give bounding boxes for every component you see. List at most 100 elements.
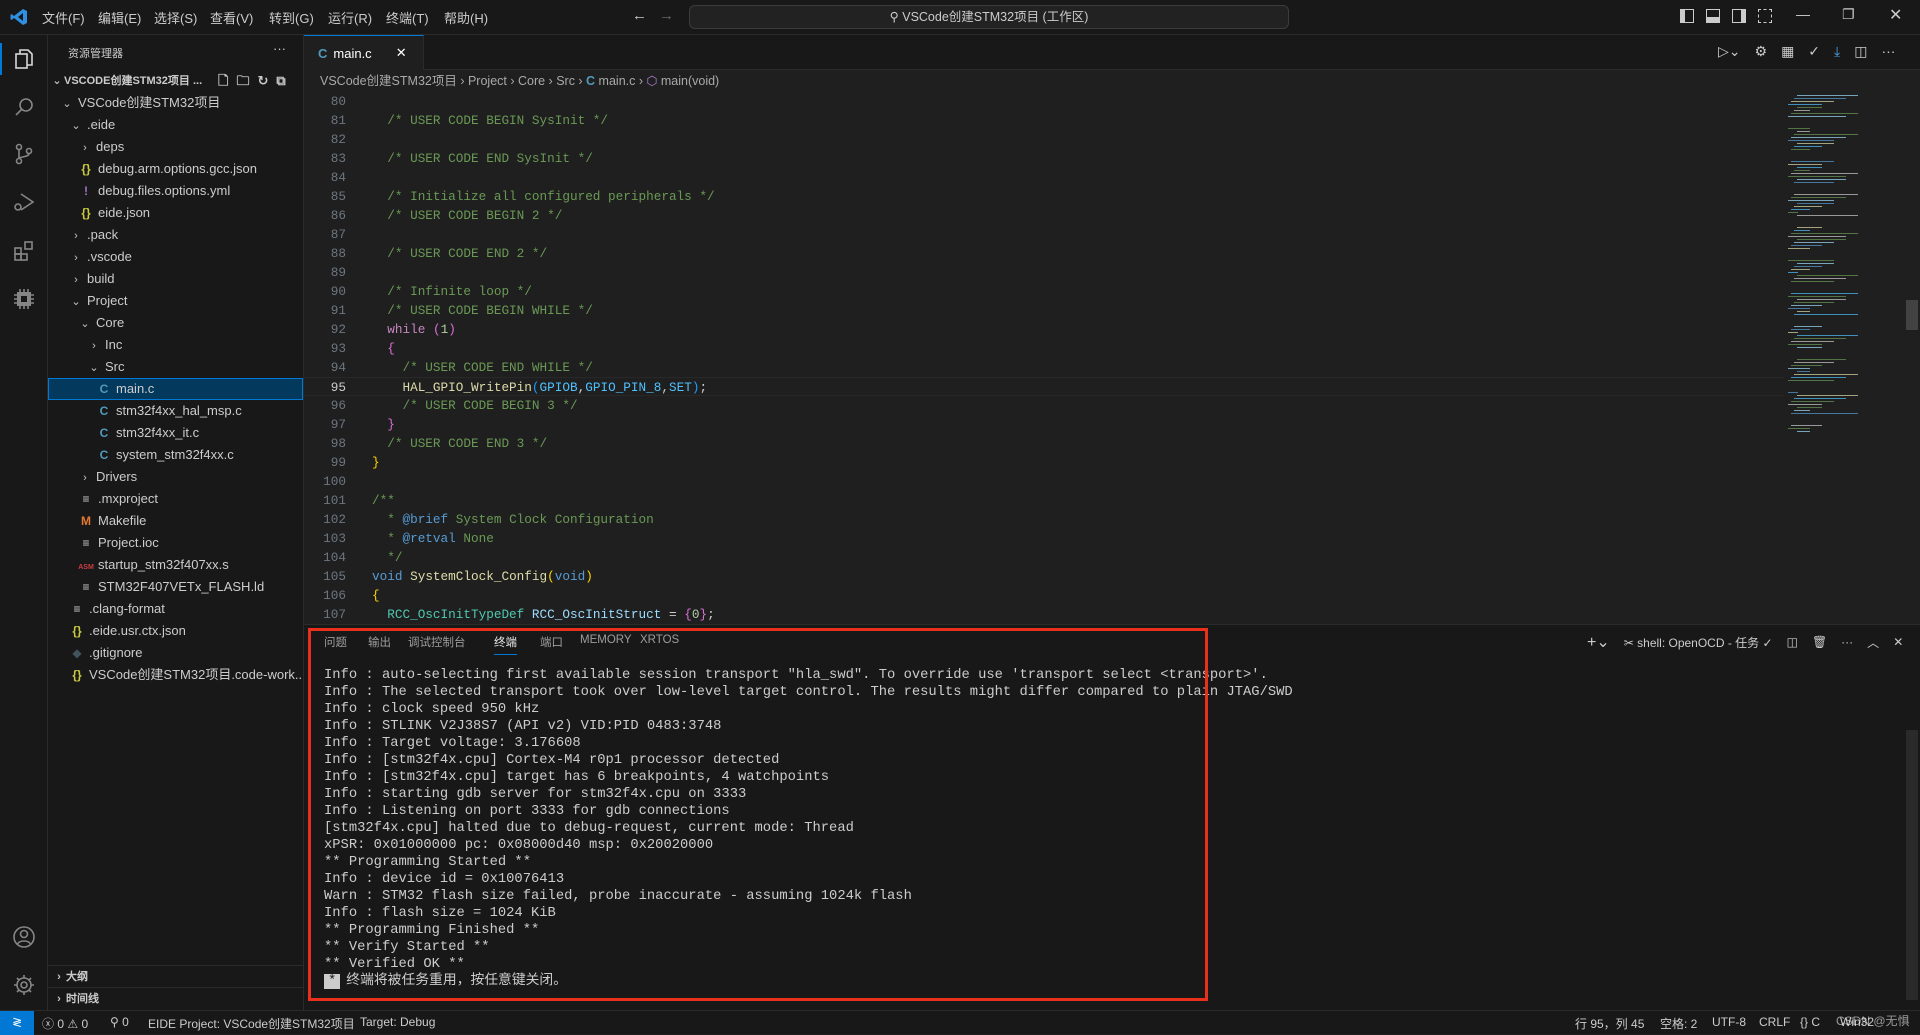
tree-item[interactable]: ≡ Project.ioc	[48, 532, 303, 554]
editor-scrollbar[interactable]	[1906, 300, 1918, 330]
tree-item[interactable]: ! debug.files.options.yml	[48, 180, 303, 202]
tree-item[interactable]: › Drivers	[48, 466, 303, 488]
kill-terminal-trash-icon[interactable]: 🗑	[1812, 635, 1827, 649]
encoding-status[interactable]: UTF-8	[1712, 1015, 1746, 1029]
eol-status[interactable]: CRLF	[1759, 1015, 1790, 1029]
tree-item[interactable]: M Makefile	[48, 510, 303, 532]
menu-1[interactable]: 编辑(E)	[98, 8, 141, 27]
flash-download-icon[interactable]: ⤓	[1834, 43, 1840, 60]
tab-main-c[interactable]: C main.c ✕	[304, 35, 424, 70]
search-icon[interactable]	[10, 93, 38, 121]
tree-item[interactable]: ⌄ VSCode创建STM32项目	[48, 92, 303, 114]
accounts-icon[interactable]	[10, 923, 38, 951]
close-window-button[interactable]: ✕	[1889, 5, 1902, 25]
tree-item[interactable]: › build	[48, 268, 303, 290]
tree-item[interactable]: {} VSCode创建STM32项目.code-work...	[48, 664, 303, 686]
more-actions-icon[interactable]: ···	[1881, 43, 1895, 60]
run-debug-dropdown-icon[interactable]: ▷⌄	[1718, 43, 1741, 60]
clean-brush-icon[interactable]: ✓	[1808, 43, 1820, 60]
forward-arrow-icon[interactable]: →	[659, 7, 674, 24]
tree-item[interactable]: › .pack	[48, 224, 303, 246]
language-status[interactable]: {} C	[1800, 1015, 1820, 1029]
minimap[interactable]	[1788, 92, 1883, 442]
tree-item[interactable]: ≡ .clang-format	[48, 598, 303, 620]
menu-6[interactable]: 终端(T)	[386, 8, 429, 27]
maximize-panel-chevron-up-icon[interactable]: ︿	[1867, 634, 1879, 651]
run-debug-icon[interactable]	[10, 188, 38, 216]
eide-project-status[interactable]: EIDE Project: VSCode创建STM32项目	[148, 1015, 355, 1032]
tree-item[interactable]: › deps	[48, 136, 303, 158]
breadcrumb-item[interactable]: main(void)	[661, 74, 719, 88]
cursor-position[interactable]: 行 95，列 45	[1575, 1015, 1644, 1032]
tree-item[interactable]: {} debug.arm.options.gcc.json	[48, 158, 303, 180]
toggle-primary-sidebar-icon[interactable]	[1680, 9, 1694, 23]
tree-item[interactable]: Cstm32f4xx_it.c	[48, 422, 303, 444]
more-actions-icon[interactable]: ···	[273, 41, 286, 56]
tree-item[interactable]: ⌄ Project	[48, 290, 303, 312]
minimap-line	[1794, 410, 1810, 411]
code-editor[interactable]: 80 81 /* USER CODE BEGIN SysInit */ 82 83 /…	[304, 92, 1784, 622]
menu-2[interactable]: 选择(S)	[154, 8, 197, 27]
breadcrumb-item[interactable]: main.c	[599, 74, 636, 88]
explorer-icon[interactable]	[10, 45, 38, 73]
new-file-icon[interactable]: 🗋	[218, 73, 236, 88]
indentation-status[interactable]: 空格: 2	[1660, 1015, 1697, 1032]
tree-item[interactable]: Cstm32f4xx_hal_msp.c	[48, 400, 303, 422]
extensions-icon[interactable]	[10, 237, 38, 265]
build-gear-icon[interactable]: ⚙	[1755, 43, 1768, 60]
customize-layout-icon[interactable]	[1758, 9, 1772, 23]
command-center-search[interactable]: ⚲ VSCode创建STM32项目 (工作区)	[689, 5, 1289, 29]
tree-item[interactable]: › Inc	[48, 334, 303, 356]
menu-0[interactable]: 文件(F)	[42, 8, 85, 27]
new-folder-icon[interactable]: 🗀	[236, 73, 257, 88]
eide-build-icon[interactable]: ▦	[1781, 43, 1794, 60]
new-terminal-icon[interactable]: +⌄	[1587, 632, 1610, 652]
tree-item[interactable]: Cmain.c	[48, 378, 303, 400]
tree-item[interactable]: ⌄ Core	[48, 312, 303, 334]
menu-4[interactable]: 转到(G)	[269, 8, 314, 27]
minimap-line	[1797, 179, 1846, 180]
breadcrumb-item[interactable]: Core	[518, 74, 545, 88]
tree-item-label: .mxproject	[98, 491, 158, 506]
terminal-scrollbar[interactable]	[1906, 730, 1918, 1000]
refresh-icon[interactable]: ↻	[257, 73, 276, 88]
tree-item[interactable]: ASM startup_stm32f407xx.s	[48, 554, 303, 576]
ports-status[interactable]: ⚲ 0	[110, 1015, 129, 1029]
tree-item[interactable]: ◆ .gitignore	[48, 642, 303, 664]
terminal-instance[interactable]: ✂ shell: OpenOCD - 任务 ✓	[1624, 634, 1773, 651]
breadcrumb-item[interactable]: Project	[468, 74, 507, 88]
toggle-secondary-sidebar-icon[interactable]	[1732, 9, 1746, 23]
toggle-panel-icon[interactable]	[1706, 9, 1720, 23]
tree-item[interactable]: ⌄ Src	[48, 356, 303, 378]
back-arrow-icon[interactable]: ←	[632, 7, 647, 24]
manage-gear-icon[interactable]	[10, 971, 38, 999]
minimize-button[interactable]: —	[1796, 6, 1810, 22]
tree-item[interactable]: › .vscode	[48, 246, 303, 268]
tree-item[interactable]: ≡ .mxproject	[48, 488, 303, 510]
close-panel-icon[interactable]: ✕	[1893, 635, 1903, 649]
target-status[interactable]: Target: Debug	[360, 1015, 435, 1029]
tree-item[interactable]: {} eide.json	[48, 202, 303, 224]
collapse-all-icon[interactable]: ⧉	[276, 73, 293, 88]
menu-5[interactable]: 运行(R)	[328, 8, 372, 27]
restore-button[interactable]: ❐	[1842, 6, 1855, 23]
split-terminal-icon[interactable]: ◫	[1787, 635, 1798, 649]
close-tab-icon[interactable]: ✕	[396, 45, 407, 61]
tree-item[interactable]: {} .eide.usr.ctx.json	[48, 620, 303, 642]
split-editor-icon[interactable]: ◫	[1854, 43, 1867, 60]
tree-item[interactable]: Csystem_stm32f4xx.c	[48, 444, 303, 466]
outline-section[interactable]: › 大纲	[48, 965, 303, 987]
breadcrumb-item[interactable]: Src	[556, 74, 575, 88]
more-actions-icon[interactable]: ···	[1841, 635, 1853, 649]
tree-item[interactable]: ⌄ .eide	[48, 114, 303, 136]
workspace-root-header[interactable]: ⌄ VSCODE创建STM32项目 ... 🗋🗀↻⧉	[48, 70, 303, 92]
menu-7[interactable]: 帮助(H)	[444, 8, 488, 27]
breadcrumb-item[interactable]: VSCode创建STM32项目	[320, 74, 457, 88]
tree-item[interactable]: ≡ STM32F407VETx_FLASH.ld	[48, 576, 303, 598]
remote-indicator-icon[interactable]: ≷	[0, 1011, 34, 1035]
menu-3[interactable]: 查看(V)	[210, 8, 253, 27]
problems-status[interactable]: ⓧ 0 ⚠ 0	[42, 1015, 88, 1032]
timeline-section[interactable]: › 时间线	[48, 987, 303, 1009]
eide-chip-icon[interactable]	[10, 285, 38, 313]
source-control-icon[interactable]	[10, 140, 38, 168]
